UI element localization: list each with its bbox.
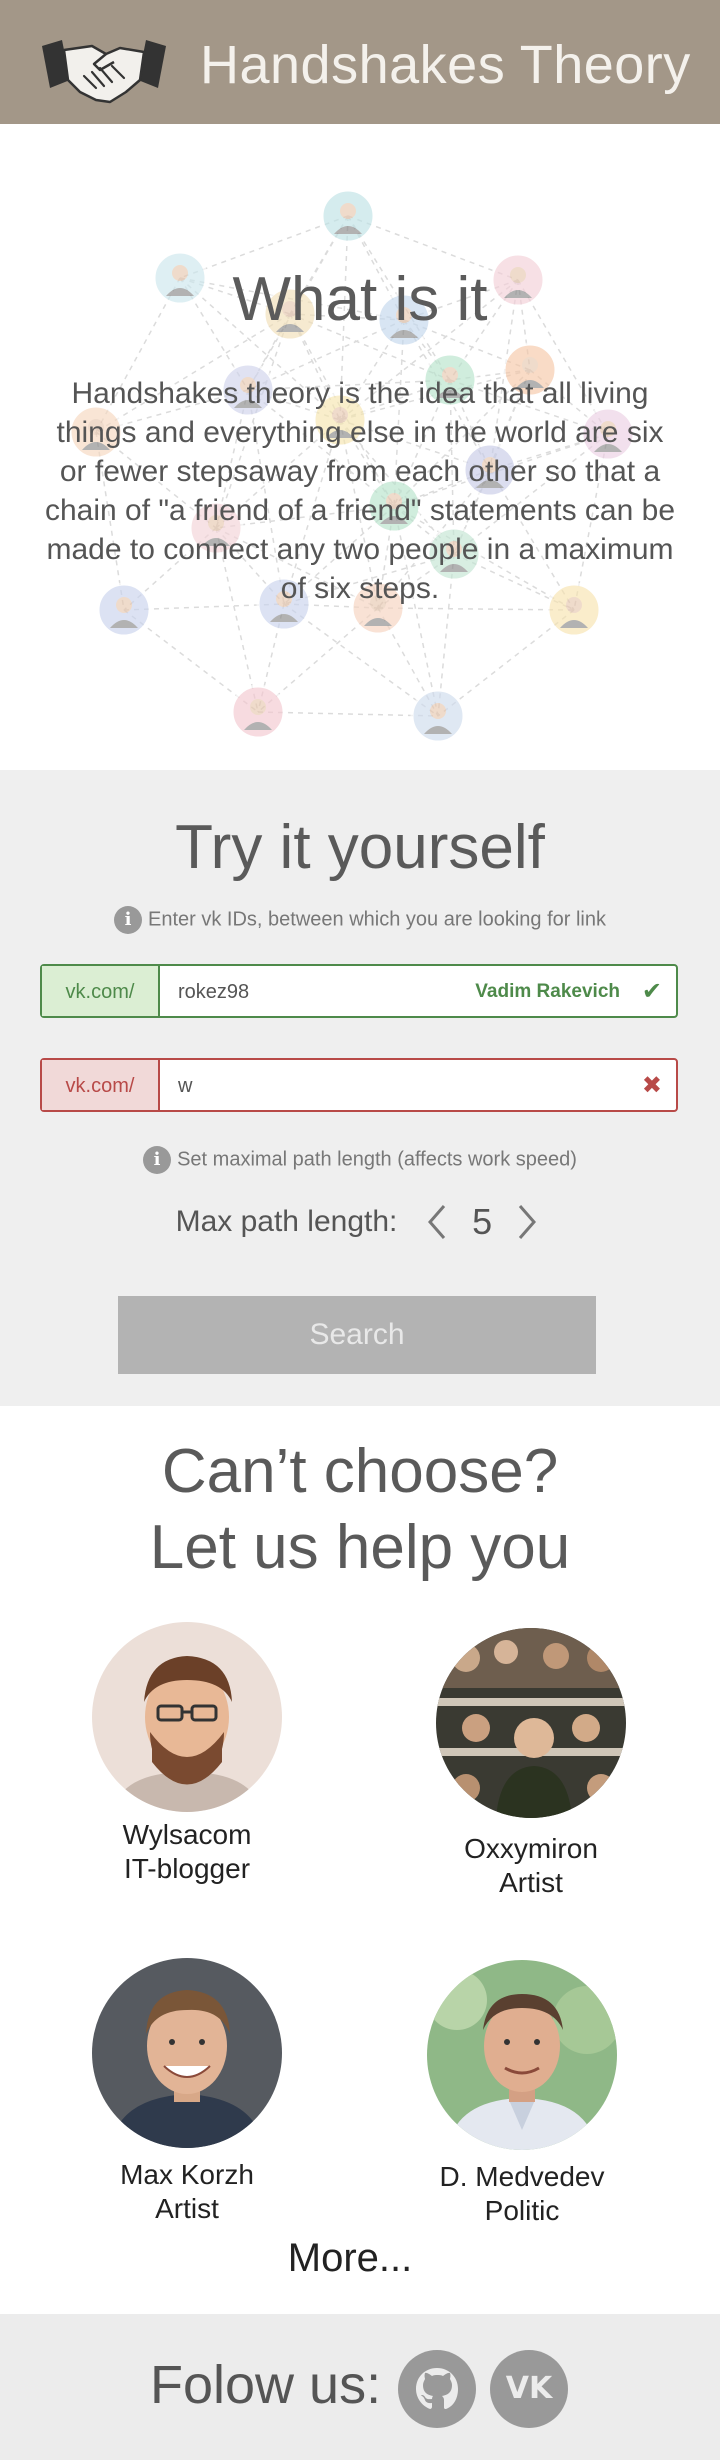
avatar (427, 1960, 617, 2150)
vk-prefix: vk.com/ (42, 1060, 160, 1110)
suggestions-title: Can’t choose? Let us help you (0, 1434, 720, 1586)
person-role: Artist (155, 2193, 219, 2224)
search-button[interactable]: Search (118, 1296, 596, 1374)
page-footer: Folow us: VK (0, 2314, 720, 2460)
vk-prefix: vk.com/ (42, 966, 160, 1016)
vk-icon: VK (505, 2371, 553, 2406)
resolved-user-name: Vadim Rakevich (475, 981, 620, 1002)
path-hint-text: Set maximal path length (affects work sp… (177, 1148, 577, 1171)
avatar (92, 1622, 282, 1812)
person-name: Oxxymiron (464, 1833, 598, 1864)
person-name: Max Korzh (120, 2159, 254, 2190)
info-icon: i (143, 1146, 172, 1174)
search-section: Try it yourself i Enter vk IDs, between w… (0, 770, 720, 1406)
max-path-value: 5 (472, 1201, 493, 1242)
decrease-arrow-icon[interactable] (420, 1200, 454, 1244)
source-id-input[interactable]: rokez98 (178, 966, 249, 1016)
max-path-label: Max path length: (175, 1205, 398, 1238)
person-role: Artist (499, 1867, 563, 1898)
suggestions-section: Can’t choose? Let us help you Wylsacom I… (0, 1406, 720, 2314)
person-name: Wylsacom (122, 1819, 252, 1850)
github-link[interactable] (398, 2350, 476, 2428)
more-link[interactable]: More... (0, 2236, 700, 2281)
vk-link[interactable]: VK (490, 2350, 568, 2428)
suggestions-title-line2: Let us help you (149, 1513, 571, 1582)
page-header: Handshakes Theory (0, 0, 720, 124)
increase-arrow-icon[interactable] (510, 1200, 544, 1244)
path-hint: i Set maximal path length (affects work s… (0, 1146, 720, 1174)
max-path-control: Max path length: 5 (0, 1200, 720, 1244)
source-id-field: vk.com/ rokez98 Vadim Rakevich ✔ (40, 964, 678, 1018)
ids-hint-text: Enter vk IDs, between which you are look… (148, 908, 606, 931)
about-title: What is it (232, 265, 488, 334)
network-node (230, 684, 286, 740)
site-title: Handshakes Theory (200, 35, 691, 95)
cross-icon: ✖ (641, 1072, 662, 1099)
ids-hint: i Enter vk IDs, between which you are loo… (0, 906, 720, 934)
about-text: Handshakes theory is the idea that all l… (45, 377, 675, 605)
person-role: Politic (484, 2195, 560, 2226)
target-id-input[interactable]: w (178, 1060, 192, 1110)
network-node (320, 188, 376, 244)
github-icon (416, 2368, 458, 2409)
person-name: D. Medvedev (439, 2161, 605, 2192)
person-card-medvedev[interactable]: D. Medvedev Politic (424, 1960, 620, 2228)
person-card-max-korzh[interactable]: Max Korzh Artist (92, 1958, 282, 2226)
avatar (92, 1958, 282, 2148)
target-id-field: vk.com/ w ✖ (40, 1058, 678, 1112)
person-card-oxxymiron[interactable]: Oxxymiron Artist (436, 1628, 626, 1900)
person-role: IT-blogger (123, 1853, 251, 1884)
avatar (436, 1628, 626, 1818)
search-title: Try it yourself (175, 813, 545, 882)
about-section: What is it Handshakes theory is the idea… (0, 124, 720, 770)
follow-label: Folow us: (150, 2355, 382, 2415)
network-node (410, 688, 466, 744)
person-card-wylsacom[interactable]: Wylsacom IT-blogger (92, 1622, 282, 1886)
suggestions-title-line1: Can’t choose? (161, 1437, 559, 1506)
check-icon: ✔ (641, 978, 662, 1005)
handshake-icon (42, 40, 166, 104)
info-icon: i (114, 906, 142, 934)
